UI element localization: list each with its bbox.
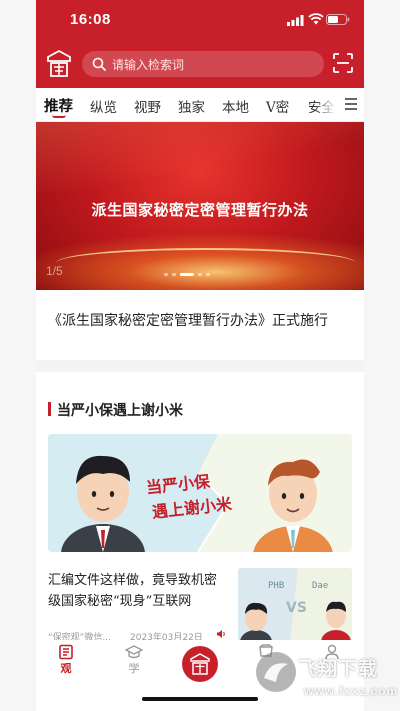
banner-title: 派生国家秘密定密管理暂行办法 (91, 201, 309, 219)
thumbnail-illustration: PHB VS Dae (238, 568, 352, 642)
seal-logo-icon[interactable] (46, 49, 72, 79)
seal-logo-icon (190, 653, 210, 675)
tab-overview[interactable]: 纵览 (90, 96, 117, 116)
left-gutter (0, 0, 36, 711)
tab-local[interactable]: 本地 (222, 96, 249, 116)
search-icon (92, 57, 106, 71)
carousel-dot[interactable] (198, 273, 202, 276)
watermark-logo-icon (256, 652, 296, 692)
feature-section: 当严小保遇上谢小米 当严小保 遇上谢小米 汇编文件这样做，竟导致机密级国家秘密“… (36, 372, 364, 652)
watermark-text: 飞翔下载 (298, 658, 379, 680)
search-input[interactable]: 请输入检索词 (82, 51, 324, 77)
active-tab-indicator (52, 115, 66, 118)
carousel-dot[interactable] (172, 273, 176, 276)
carousel-dot-active[interactable] (180, 273, 194, 276)
category-tabs: 推荐 纵览 视野 独家 本地 V密 安全 (36, 88, 364, 122)
search-placeholder: 请输入检索词 (112, 58, 185, 72)
app-header: 请输入检索词 (36, 40, 364, 88)
tab-bar-label: 观 (60, 662, 72, 675)
carousel-dot[interactable] (206, 273, 210, 276)
menu-icon[interactable] (344, 97, 358, 111)
headline-text: 《派生国家秘密定密管理暂行办法》正式施行 (48, 313, 328, 329)
home-indicator[interactable] (142, 697, 258, 701)
watermark-url: www.fxxz.com (304, 684, 399, 698)
status-time: 16:08 (70, 11, 111, 28)
app-screen: 16:08 请输入检索词 推荐 纵览 视野 独家 本地 V密 派生国家秘密定密管… (36, 0, 364, 711)
tab-bar-learn[interactable]: 学 (114, 644, 154, 676)
wifi-icon (308, 13, 324, 25)
battery-icon (326, 14, 350, 25)
carousel-dot[interactable] (164, 273, 168, 276)
tab-bar-news[interactable]: 观 (46, 644, 86, 676)
audio-icon[interactable] (216, 629, 226, 639)
right-gutter (364, 0, 400, 711)
headline-card[interactable]: 《派生国家秘密定密管理暂行办法》正式施行 (36, 290, 364, 360)
status-bar: 16:08 (36, 0, 364, 40)
tab-v-secret[interactable]: V密 (266, 96, 289, 116)
banner-index: 1/5 (46, 264, 63, 278)
banner-ribbon (36, 122, 364, 192)
article-thumbnail: PHB VS Dae (238, 568, 352, 642)
banner-carousel[interactable]: 派生国家秘密定密管理暂行办法 1/5 (36, 122, 364, 290)
feature-image[interactable]: 当严小保 遇上谢小米 (48, 434, 352, 552)
tab-vision[interactable]: 视野 (134, 96, 161, 116)
thumb-text-vs: VS (286, 600, 307, 616)
signal-icon (287, 15, 304, 26)
site-watermark: 飞翔下载 www.fxxz.com (254, 648, 400, 711)
cartoon-illustration: 当严小保 遇上谢小米 (48, 434, 352, 552)
tabs-fade (314, 88, 336, 121)
section-title[interactable]: 当严小保遇上谢小米 (57, 400, 183, 420)
thumb-text-right: Dae (312, 581, 328, 591)
graduation-cap-icon (125, 645, 143, 659)
scan-icon[interactable] (332, 52, 354, 74)
tab-exclusive[interactable]: 独家 (178, 96, 205, 116)
news-icon (59, 644, 73, 660)
article-title: 汇编文件这样做，竟导致机密级国家秘密“现身”互联网 (48, 573, 218, 609)
section-marker (48, 402, 51, 416)
tab-bar-label: 学 (128, 662, 140, 675)
thumb-text-left: PHB (268, 581, 284, 591)
tab-bar-home[interactable] (182, 646, 218, 682)
tab-recommend[interactable]: 推荐 (44, 95, 73, 116)
